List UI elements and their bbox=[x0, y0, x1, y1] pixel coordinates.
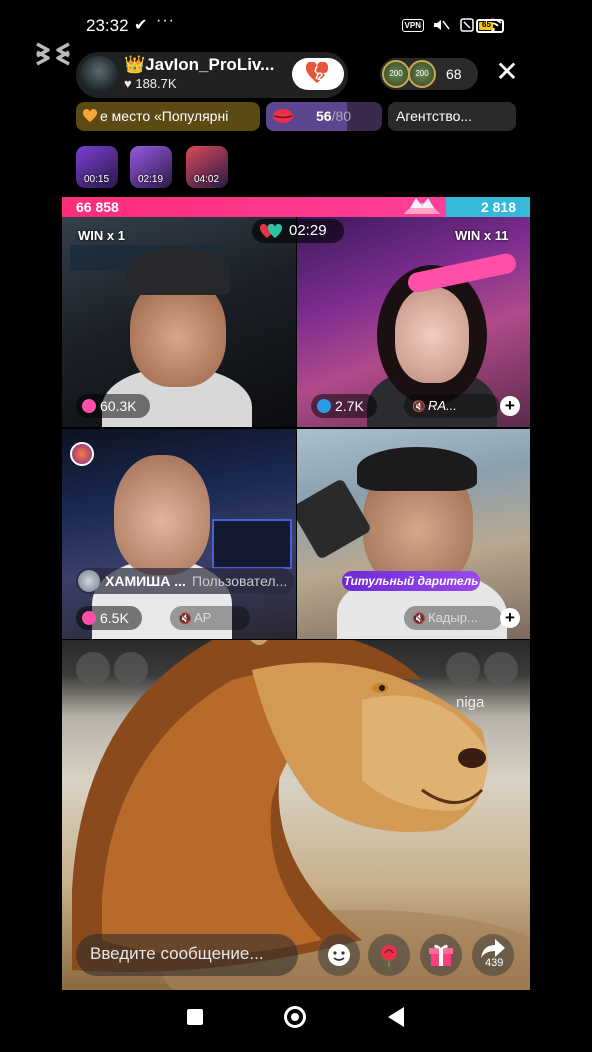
status-time: 23:32 bbox=[86, 16, 129, 35]
muted-mic-icon: 🔇 bbox=[178, 613, 192, 625]
person-face bbox=[114, 455, 210, 575]
top-gifter-avatar bbox=[78, 570, 100, 592]
heart-icon bbox=[82, 109, 98, 122]
status-bar: 23:32 ✔ ··· VPN 65 bbox=[0, 0, 592, 52]
commenter-avatar[interactable] bbox=[114, 652, 148, 686]
top-gifter-role: Пользовател... bbox=[192, 573, 288, 589]
sim-icon bbox=[460, 18, 474, 32]
alarm-icon bbox=[317, 399, 331, 413]
viewer-avatar[interactable]: 200 bbox=[408, 60, 436, 88]
comment-username: niga bbox=[456, 694, 485, 711]
fire-icon bbox=[70, 442, 94, 466]
top-gifter-name: ХАМИША ... bbox=[105, 573, 186, 589]
message-input-placeholder: Введите сообщение... bbox=[90, 944, 264, 963]
add-guest-button[interactable]: + bbox=[500, 608, 520, 628]
treasure-timer: 00:15 bbox=[84, 174, 110, 185]
battle-score-left-fill bbox=[62, 197, 446, 217]
commenter-avatar[interactable] bbox=[446, 652, 480, 686]
share-count: 439 bbox=[485, 957, 504, 969]
follow-badge-count: 22 bbox=[317, 71, 330, 83]
muted-mic-icon: 🔇 bbox=[412, 613, 426, 625]
capcut-logo-icon bbox=[36, 42, 70, 66]
title-gifter-badge: Титульный даритель bbox=[342, 571, 480, 591]
monitor-background bbox=[212, 519, 292, 569]
heart-icon: ♥ bbox=[124, 76, 136, 91]
vpn-icon: VPN bbox=[401, 18, 424, 32]
host-likes: ♥ 188.7K bbox=[124, 76, 177, 91]
viewer-count[interactable]: 68 bbox=[446, 66, 462, 82]
check-icon: ✔ bbox=[134, 17, 148, 34]
host-avatar[interactable] bbox=[78, 54, 120, 96]
crown-icon: 👑 bbox=[124, 55, 146, 74]
hair-shape bbox=[357, 447, 477, 491]
rank-tag[interactable]: е место «Популярні bbox=[76, 102, 260, 131]
win-badge-1: WIN x 1 bbox=[78, 228, 125, 243]
host-name[interactable]: 👑JavIon_ProLiv... bbox=[124, 55, 274, 75]
battery-label: 65 bbox=[482, 20, 491, 29]
likes-goal-text: 56/80 bbox=[316, 108, 352, 124]
person-face bbox=[395, 287, 469, 383]
battle-timer-text: 02:29 bbox=[289, 222, 327, 239]
battery-icon: 65 bbox=[476, 19, 504, 33]
gift-icon bbox=[429, 944, 453, 966]
commenter-avatar[interactable] bbox=[76, 652, 110, 686]
rose-icon bbox=[381, 945, 397, 967]
lips-icon bbox=[273, 109, 293, 123]
mute-icon bbox=[434, 20, 450, 30]
battle-hearts-icon bbox=[260, 224, 282, 238]
more-notifications-icon: ··· bbox=[156, 12, 175, 29]
treasure-timer: 04:02 bbox=[194, 174, 220, 185]
agency-tag[interactable]: Агентство... bbox=[388, 102, 516, 131]
battle-left-score: 66 858 bbox=[76, 199, 119, 215]
back-button[interactable] bbox=[388, 1007, 404, 1027]
commenter-avatar[interactable] bbox=[484, 652, 518, 686]
viewer-avatar[interactable]: 200 bbox=[382, 60, 410, 88]
win-badge-2: WIN x 11 bbox=[455, 228, 509, 243]
smile-icon bbox=[328, 944, 350, 966]
muted-mic-icon: 🔇 bbox=[412, 401, 426, 413]
close-icon[interactable]: ✕ bbox=[494, 58, 520, 88]
cap-shape bbox=[126, 247, 230, 295]
battle-right-score: 2 818 bbox=[480, 199, 516, 215]
alarm-icon bbox=[82, 399, 96, 413]
recent-apps-button[interactable] bbox=[187, 1009, 203, 1025]
treasure-timer: 02:19 bbox=[138, 174, 164, 185]
gun-toy-shape bbox=[297, 478, 372, 560]
alarm-icon bbox=[82, 611, 96, 625]
home-dot-icon bbox=[291, 1013, 299, 1021]
add-guest-button[interactable]: + bbox=[500, 396, 520, 416]
